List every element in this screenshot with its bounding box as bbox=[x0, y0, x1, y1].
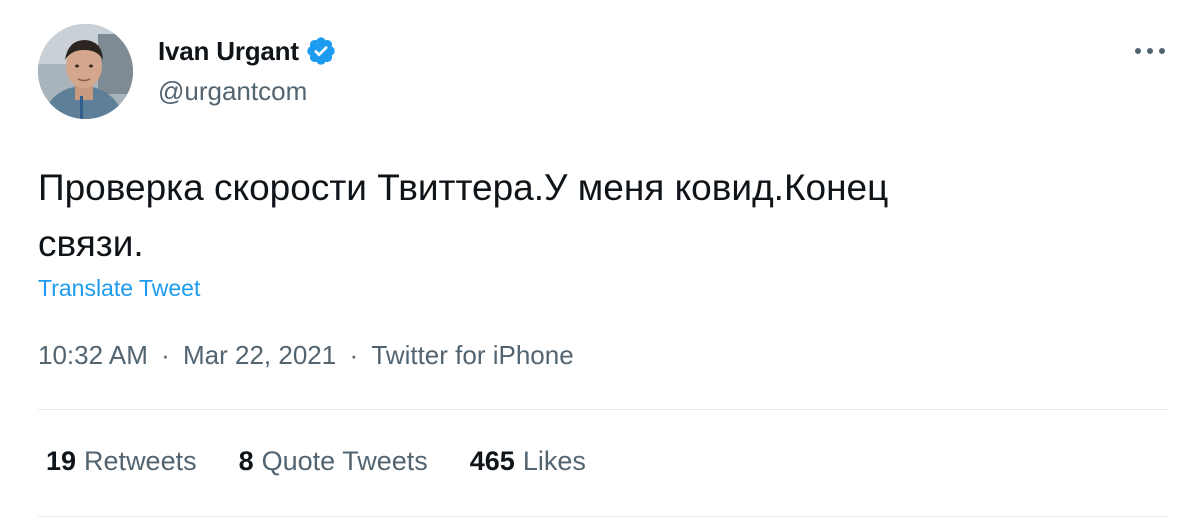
divider bbox=[38, 516, 1169, 517]
author-handle[interactable]: @urgantcom bbox=[158, 76, 307, 107]
likes-stat[interactable]: 465 Likes bbox=[470, 446, 586, 477]
avatar-image bbox=[38, 24, 133, 119]
retweets-label: Retweets bbox=[84, 446, 197, 476]
tweet-source[interactable]: Twitter for iPhone bbox=[371, 340, 573, 371]
tweet-stats: 19 Retweets 8 Quote Tweets 465 Likes bbox=[46, 446, 628, 477]
quote-tweets-count: 8 bbox=[238, 446, 254, 476]
translate-tweet-link[interactable]: Translate Tweet bbox=[38, 275, 200, 302]
divider bbox=[38, 409, 1169, 410]
tweet-text: Проверка скорости Твиттера.У меня ковид.… bbox=[38, 160, 1148, 272]
more-options-button[interactable] bbox=[1130, 36, 1170, 66]
tweet-time[interactable]: 10:32 AM bbox=[38, 340, 148, 371]
retweets-stat[interactable]: 19 Retweets bbox=[46, 446, 197, 477]
meta-separator: · bbox=[161, 340, 170, 370]
quote-tweets-label: Quote Tweets bbox=[261, 446, 428, 476]
likes-label: Likes bbox=[522, 446, 586, 476]
avatar[interactable] bbox=[38, 24, 133, 119]
likes-count: 465 bbox=[469, 446, 515, 476]
meta-separator: · bbox=[349, 340, 359, 370]
tweet-card: Ivan Urgant @urgantcom Проверка скорости… bbox=[0, 0, 1204, 522]
tweet-metadata: 10:32 AM · Mar 22, 2021 · Twitter for iP… bbox=[38, 340, 574, 371]
tweet-date[interactable]: Mar 22, 2021 bbox=[183, 340, 336, 371]
quote-tweets-stat[interactable]: 8 Quote Tweets bbox=[239, 446, 428, 477]
retweets-count: 19 bbox=[46, 446, 77, 476]
author-name-row: Ivan Urgant bbox=[158, 34, 337, 68]
more-horizontal-icon bbox=[1135, 48, 1165, 54]
display-name[interactable]: Ivan Urgant bbox=[158, 36, 299, 67]
verified-badge-icon bbox=[305, 35, 337, 67]
tweet-text-line: связи. bbox=[38, 223, 144, 264]
tweet-text-line: Проверка скорости Твиттера.У меня ковид.… bbox=[38, 167, 889, 208]
